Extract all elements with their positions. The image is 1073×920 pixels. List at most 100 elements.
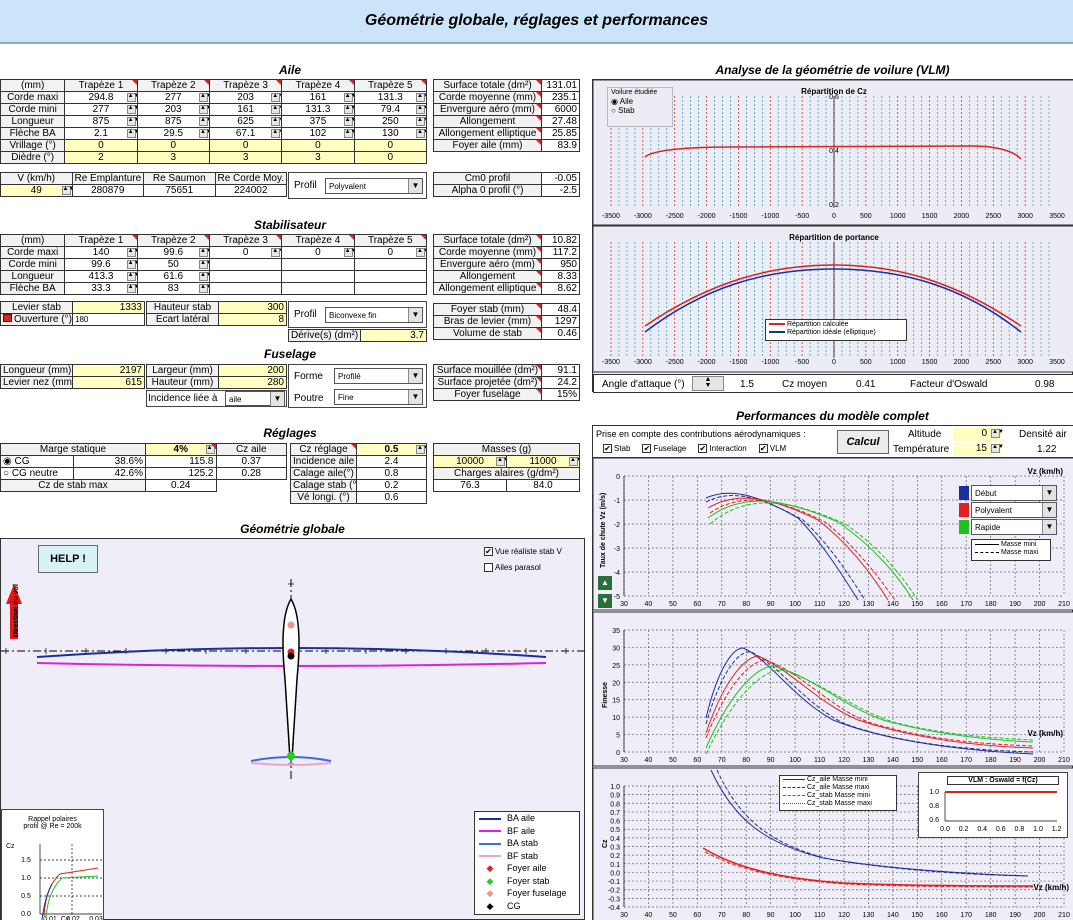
aile-cell[interactable]: 67.1▲▼ — [208, 127, 283, 140]
aile-cell[interactable]: 875▲▼ — [136, 115, 210, 128]
cell-spinner[interactable]: ▲▼ — [126, 93, 136, 102]
masse2-input[interactable]: 11000 ▲▼ — [506, 455, 580, 468]
cell-spinner[interactable]: ▲▼ — [126, 105, 136, 114]
marge-input[interactable]: 4% ▲▼ — [145, 443, 217, 456]
ouverture-select[interactable]: 180 — [72, 313, 145, 326]
profil-select[interactable]: Rapide — [971, 519, 1057, 535]
stab-cell[interactable] — [353, 258, 428, 271]
cell-spinner[interactable]: ▲▼ — [198, 129, 208, 138]
cell-spinner[interactable]: ▲▼ — [198, 284, 208, 293]
incidence-select[interactable]: aile — [225, 391, 285, 406]
masse1-spinner[interactable]: ▲▼ — [496, 457, 506, 466]
stab-cell[interactable]: 0▲▼ — [353, 246, 428, 259]
stab-cell[interactable] — [281, 282, 355, 295]
aile-cell[interactable]: 130▲▼ — [353, 127, 428, 140]
vue-realiste-checkbox[interactable]: ✔ Vue réaliste stab V — [484, 547, 562, 557]
cell-spinner[interactable]: ▲▼ — [343, 105, 353, 114]
poutre-select[interactable]: Fine — [334, 389, 423, 405]
forme-select[interactable]: Profilé — [334, 368, 423, 384]
ailes-parasol-checkbox[interactable]: Ailes parasol — [484, 563, 541, 573]
ecart-lateral-input[interactable]: 8 — [218, 313, 287, 326]
cell-spinner[interactable]: ▲▼ — [416, 117, 425, 126]
cell-spinner[interactable]: ▲▼ — [198, 260, 208, 269]
cell-spinner[interactable]: ▲▼ — [198, 117, 208, 126]
masse2-spinner[interactable]: ▲▼ — [569, 457, 579, 466]
cell-spinner[interactable]: ▲▼ — [343, 93, 353, 102]
scroll-up-button[interactable]: ▲ — [598, 576, 612, 590]
cz-reglage-spinner[interactable]: ▲▼ — [416, 445, 426, 454]
cell-spinner[interactable]: ▲▼ — [343, 117, 353, 126]
contribution-checkbox[interactable]: ✔ Fuselage — [642, 444, 686, 454]
aile-cell[interactable]: 294.8▲▼ — [64, 91, 138, 104]
stab-cell[interactable]: 61.6▲▼ — [136, 270, 210, 283]
aile-cell[interactable]: 131.3▲▼ — [281, 103, 355, 116]
contribution-checkbox[interactable]: ✔ Stab — [603, 444, 630, 454]
masse1-input[interactable]: 10000 ▲▼ — [433, 455, 507, 468]
cz-reglage-input[interactable]: 0.5▲▼ — [356, 443, 427, 456]
temperature-spinner[interactable]: ▲▼ — [991, 444, 1004, 453]
aile-cell[interactable]: 0 — [208, 139, 283, 152]
aile-cell[interactable]: 0 — [64, 139, 138, 152]
cg-neutre-radio[interactable]: ○ CG neutre — [0, 467, 74, 480]
stab-cell[interactable] — [208, 282, 283, 295]
aile-cell[interactable]: 875▲▼ — [64, 115, 138, 128]
contribution-checkbox[interactable]: ✔ Interaction — [698, 444, 747, 454]
help-button[interactable]: HELP ! — [38, 545, 98, 573]
stab-cell[interactable]: 0▲▼ — [208, 246, 283, 259]
cell-spinner[interactable]: ▲▼ — [271, 248, 281, 257]
stab-cell[interactable] — [353, 282, 428, 295]
altitude-spinner[interactable]: ▲▼ — [991, 429, 1004, 438]
cell-spinner[interactable]: ▲▼ — [126, 272, 136, 281]
cell-spinner[interactable]: ▲▼ — [126, 117, 136, 126]
stab-cell[interactable]: 99.6▲▼ — [136, 246, 210, 259]
aile-cell[interactable]: 203▲▼ — [136, 103, 210, 116]
stab-cell[interactable]: 413.3▲▼ — [64, 270, 138, 283]
aile-cell[interactable]: 277▲▼ — [64, 103, 138, 116]
longueur-input[interactable]: 2197 — [72, 364, 145, 377]
cell-spinner[interactable]: ▲▼ — [126, 260, 136, 269]
derive-input[interactable]: 3.7 — [360, 329, 427, 342]
stab-cell[interactable] — [281, 258, 355, 271]
aile-cell[interactable]: 79.4▲▼ — [353, 103, 428, 116]
angle-spinner[interactable]: ▲ ▼ — [692, 376, 724, 391]
aile-cell[interactable]: 0 — [353, 139, 428, 152]
cell-spinner[interactable]: ▲▼ — [416, 105, 425, 114]
aile-cell[interactable]: 161▲▼ — [208, 103, 283, 116]
re-value[interactable]: 49▲▼ — [0, 184, 73, 197]
v-spinner[interactable]: ▲▼ — [61, 186, 71, 195]
contribution-checkbox[interactable]: ✔ VLM — [758, 444, 786, 454]
cell-spinner[interactable]: ▲▼ — [198, 248, 208, 257]
cell-spinner[interactable]: ▲▼ — [343, 248, 353, 257]
stab-cell[interactable]: 83▲▼ — [136, 282, 210, 295]
radio-aile[interactable]: ◉ Aile — [611, 97, 672, 106]
cell-spinner[interactable]: ▲▼ — [198, 105, 208, 114]
levier-stab-input[interactable]: 1333 — [72, 301, 145, 314]
aile-cell[interactable]: 102▲▼ — [281, 127, 355, 140]
cell-spinner[interactable]: ▲▼ — [198, 272, 208, 281]
hauteur-input[interactable]: 280 — [218, 376, 287, 389]
cell-spinner[interactable]: ▲▼ — [271, 117, 281, 126]
stab-cell[interactable] — [353, 270, 428, 283]
cell-spinner[interactable]: ▲▼ — [198, 93, 208, 102]
radio-stab[interactable]: ○ Stab — [611, 106, 672, 115]
marge-spinner[interactable]: ▲▼ — [205, 445, 215, 454]
aile-cell[interactable]: 2 — [64, 151, 138, 164]
cell-spinner[interactable]: ▲▼ — [271, 93, 281, 102]
stab-cell[interactable] — [208, 258, 283, 271]
aile-profil-select[interactable]: Polyvalent — [325, 178, 423, 194]
cell-spinner[interactable]: ▲▼ — [126, 129, 136, 138]
aile-cell[interactable]: 375▲▼ — [281, 115, 355, 128]
stab-profil-select[interactable]: Biconvexe fin — [325, 307, 423, 323]
aile-cell[interactable]: 0 — [281, 139, 355, 152]
aile-cell[interactable]: 131.3▲▼ — [353, 91, 428, 104]
cg-radio[interactable]: ◉ CG — [0, 455, 74, 468]
stab-cell[interactable]: 99.6▲▼ — [64, 258, 138, 271]
aile-cell[interactable]: 203▲▼ — [208, 91, 283, 104]
cell-spinner[interactable]: ▲▼ — [126, 284, 136, 293]
hauteur-stab-input[interactable]: 300 — [218, 301, 287, 314]
aile-cell[interactable]: 3 — [208, 151, 283, 164]
stab-cell[interactable] — [281, 270, 355, 283]
aile-cell[interactable]: 161▲▼ — [281, 91, 355, 104]
aile-cell[interactable]: 2.1▲▼ — [64, 127, 138, 140]
stab-cell[interactable] — [208, 270, 283, 283]
